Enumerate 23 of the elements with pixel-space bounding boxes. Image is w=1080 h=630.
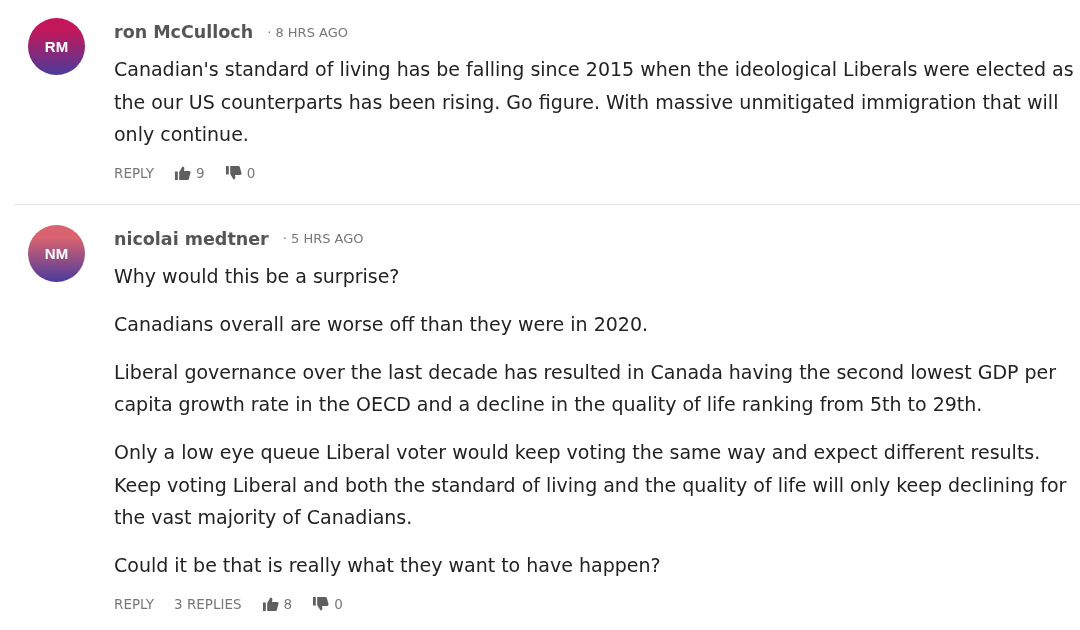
like-button[interactable]: 9	[174, 164, 205, 181]
comment-text: Could it be that is really what they want to have happen?	[114, 553, 662, 578]
thumbs-up-icon	[174, 164, 192, 181]
comment-text: Liberal governance over the last decade has resulted in Canada having the second lowest GDP per capita growth rate in the OECD and a decline in the quality of life ranking from 5th to 29th.	[114, 359, 1058, 417]
timestamp: · 5 HRS AGO	[282, 231, 364, 246]
author-name[interactable]: ron McCulloch	[114, 22, 254, 42]
thumbs-up-icon	[261, 595, 279, 612]
comment-text: Only a low eye queue Liberal voter would keep voting the same way and expect different results. Keep voting Liberal and both the standard of living and the quality of life will only keep declining for the vast majority of Canadians.	[114, 440, 1068, 530]
comment-text: Canadians overall are worse off than they were in 2020.	[114, 311, 650, 337]
comment-text: Why would this be a surprise?	[114, 263, 401, 289]
dislike-button[interactable]: 0	[224, 164, 256, 181]
reply-button[interactable]: REPLY	[114, 164, 155, 181]
author-name[interactable]: nicolai medtner	[114, 228, 269, 249]
thumbs-down-icon	[224, 164, 242, 181]
dislike-button[interactable]: 0	[312, 595, 343, 612]
comment-text: Canadian's standard of living has be falling since 2015 when the ideological Liberals were elected as the our US counterparts has been rising. Go figure. With massive unmitigated immigration that will only continue.	[114, 57, 1075, 147]
reply-button[interactable]: REPLY	[114, 595, 155, 612]
avatar: RM	[28, 18, 85, 75]
like-button[interactable]: 8	[261, 595, 293, 612]
timestamp: · 8 HRS AGO	[267, 24, 348, 40]
thumbs-down-icon	[312, 595, 330, 612]
replies-button[interactable]: 3 REPLIES	[174, 595, 242, 612]
avatar: NM	[28, 224, 85, 282]
